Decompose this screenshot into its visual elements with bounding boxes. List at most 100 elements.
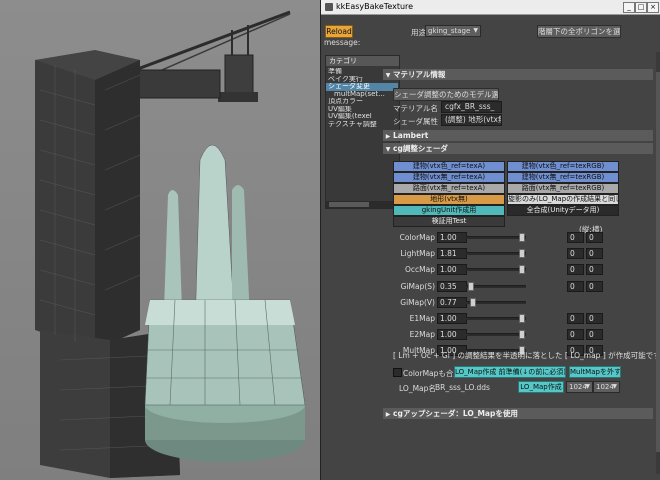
offset-v-field[interactable]: 0 [567,281,584,292]
slider-value-field[interactable]: 0.35 [437,281,467,292]
sidebar-item-texture-adjust[interactable]: テクスチャ調整 [326,121,398,129]
slider-track[interactable] [466,236,526,239]
offset-v-field[interactable]: 0 [567,248,584,259]
chevron-down-icon: ▼ [585,383,590,390]
cg-up-shader-section-header[interactable]: ▶ cgアップシェーダ：LO_Mapを使用 [383,408,653,419]
chevron-down-icon: ▼ [473,27,478,34]
reload-button[interactable]: Reload [325,25,353,38]
section-title: cgアップシェーダ：LO_Mapを使用 [393,409,518,418]
lomap-name-label: LO_Map名 [399,384,436,393]
sidebar-item-shader-change[interactable]: シェーダ変更 [326,83,398,91]
slider-knob[interactable] [470,298,476,307]
section-title: マテリアル情報 [393,70,446,79]
preset-shadow-only[interactable]: 旋影のみ(LO_Mapの作成結果と同じ) [507,194,619,205]
preset-gkingunit[interactable]: gkingUnit作成用 [393,205,505,216]
offset-h-field[interactable]: 0 [586,313,603,324]
sidebar-item-vertex-color[interactable]: 頂点カラー [326,98,398,106]
window-title: kkEasyBakeTexture [336,2,414,11]
offset-h-field[interactable]: 0 [586,232,603,243]
title-bar[interactable]: kkEasyBakeTexture _ □ × [321,0,660,15]
slider-track[interactable] [466,333,526,336]
select-model-button[interactable]: シェーダ調整のためのモデル選択 [393,88,499,101]
offset-v-field[interactable]: 0 [567,264,584,275]
slider-label: OccMap [405,265,435,274]
lomap-create-button[interactable]: LO_Map作成 [518,381,564,393]
preset-building-vtxcolor-texrgb[interactable]: 建物(vtx色_ref=texRGB) [507,161,619,172]
slider-knob[interactable] [468,282,474,291]
preset-full-composite-unity[interactable]: 全合成(Unityデータ用) [507,205,619,216]
preset-building-novtx-texrgb[interactable]: 建物(vtx無_ref=texRGB) [507,172,619,183]
material-name-field[interactable]: cgfx_BR_sss_ [441,101,502,113]
slider-knob[interactable] [519,249,525,258]
sidebar-scrollbar[interactable] [326,201,399,208]
slider-label: E1Map [409,314,435,323]
scroll-thumb[interactable] [656,72,660,452]
material-name-label: マテリアル名 [393,104,438,113]
lomap-width-dropdown[interactable]: 1024 ▼ [566,381,593,393]
preset-road-novtx-texa[interactable]: 路面(vtx無_ref=texA) [393,183,505,194]
slider-value-field[interactable]: 1.00 [437,264,467,275]
cg-shader-section-header[interactable]: ▼ cg調整シェーダ [383,143,653,154]
slider-track[interactable] [466,285,526,288]
scroll-thumb[interactable] [329,202,369,207]
offset-v-field[interactable]: 0 [567,313,584,324]
slider-value-field[interactable]: 1.00 [437,232,467,243]
maximize-button[interactable]: □ [635,2,647,13]
offset-v-field[interactable]: 0 [567,232,584,243]
lambert-section-header[interactable]: ▶ Lambert [383,130,653,141]
lomap-height-dropdown[interactable]: 1024 ▼ [593,381,620,393]
minimize-button[interactable]: _ [623,2,635,13]
lomap-width-value: 1024 [569,383,587,391]
sidebar-item-uv-edit[interactable]: UV編集 [326,106,398,114]
preset-building-novtx-texa[interactable]: 建物(vtx無_ref=texA) [393,172,505,183]
lomap-height-value: 1024 [596,383,614,391]
slider-value-field[interactable]: 1.81 [437,248,467,259]
launch-tower-model [35,10,306,478]
triangle-right-icon: ▶ [385,411,391,418]
window-scrollbar[interactable] [656,52,660,474]
preset-terrain-novtx[interactable]: 地形(vtx無) [393,194,505,205]
offset-h-field[interactable]: 0 [586,264,603,275]
material-info-section-header[interactable]: ▼ マテリアル情報 [383,69,653,80]
offset-h-field[interactable]: 0 [586,248,603,259]
shader-attribute-label: シェーダ属性 [393,117,438,126]
lomap-prepare-button[interactable]: LO_Map作成 前準備(↓の前に必須) [454,366,566,378]
close-button[interactable]: × [647,2,659,13]
maya-viewport[interactable] [0,0,320,480]
preset-road-novtx-texrgb[interactable]: 路面(vtx無_ref=texRGB) [507,183,619,194]
slider-label: LightMap [400,249,435,258]
slider-track[interactable] [466,268,526,271]
usage-dropdown[interactable]: gking_stage ▼ [425,25,481,37]
remove-multmap-button[interactable]: MultMapを外す [569,366,621,378]
slider-label: ColorMap [399,233,435,242]
section-title: Lambert [393,131,429,140]
preset-building-vtxcolor-texa[interactable]: 建物(vtx色_ref=texA) [393,161,505,172]
slider-track[interactable] [466,252,526,255]
preset-verification-test[interactable]: 検証用Test [393,216,505,227]
slider-value-field[interactable]: 1.00 [437,313,467,324]
colormap-combine-checkbox[interactable] [393,368,402,377]
message-label: message: [324,38,361,47]
sidebar-item-multmap[interactable]: multMap(set... [326,91,398,99]
triangle-down-icon: ▼ [385,72,391,79]
shader-attribute-field: (調整) 地形(vtx無) [441,114,502,126]
usage-value: gking_stage [428,27,471,35]
sidebar-item-uv-edit-texel[interactable]: UV編集(texel [326,113,398,121]
easy-bake-texture-window: kkEasyBakeTexture _ □ × Reload 用途 gking_… [320,0,660,480]
lomap-note: [ Lm + Oc + Gi ] の調整結果を半透明に落とした [ LO_map… [393,351,660,360]
slider-knob[interactable] [519,233,525,242]
slider-knob[interactable] [519,265,525,274]
offset-v-field[interactable]: 0 [567,329,584,340]
slider-track[interactable] [466,317,526,320]
offset-h-field[interactable]: 0 [586,329,603,340]
app-icon [325,3,333,11]
slider-knob[interactable] [519,330,525,339]
slider-value-field[interactable]: 1.00 [437,329,467,340]
colormap-combine-label: ColorMapも合成 [403,369,461,378]
chevron-down-icon: ▼ [612,383,617,390]
slider-knob[interactable] [519,314,525,323]
lomap-name-value[interactable]: BR_sss_LO.dds [435,383,490,392]
slider-value-field[interactable]: 0.77 [437,297,467,308]
offset-h-field[interactable]: 0 [586,281,603,292]
select-all-polygons-button[interactable]: 階層下の全ポリゴンを選択 [537,25,621,38]
